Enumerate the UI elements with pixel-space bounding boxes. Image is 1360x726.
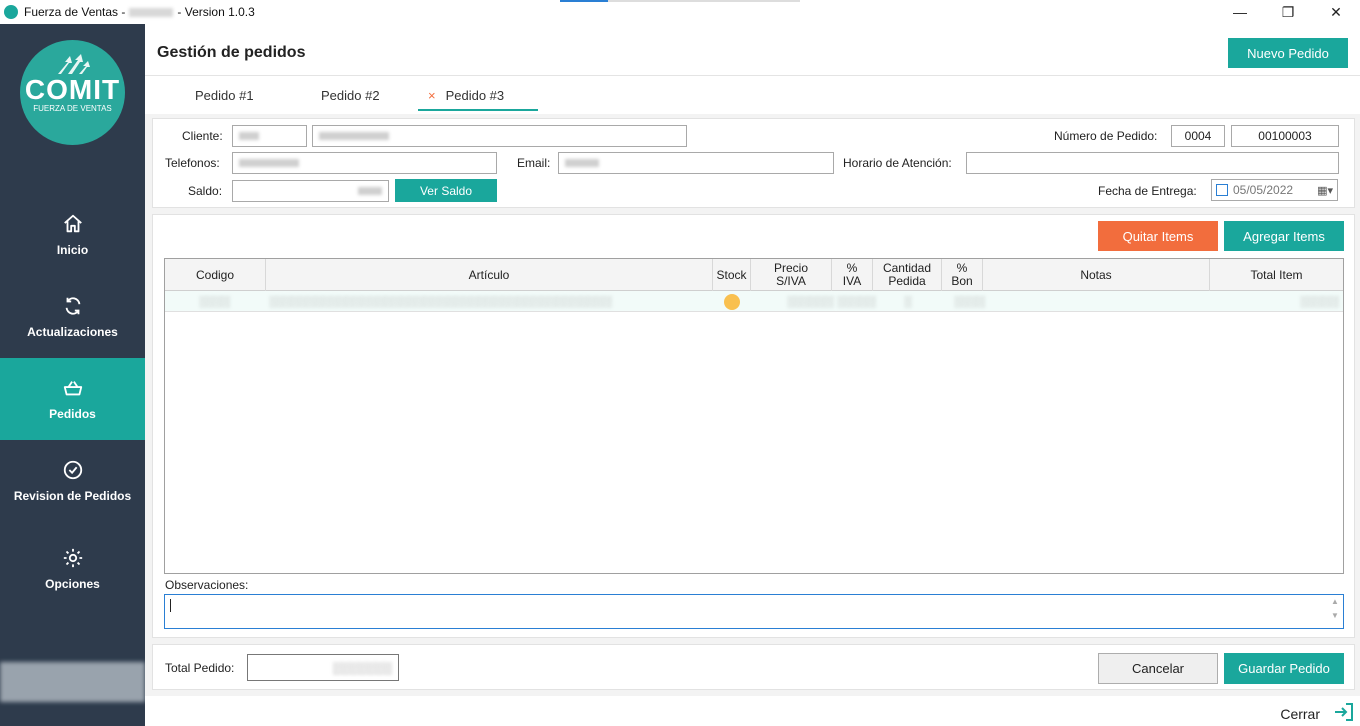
cell-codigo: ░░░░: [199, 295, 231, 308]
tab-pedido-3[interactable]: × Pedido #3: [418, 88, 538, 111]
column-header-iva[interactable]: % IVA: [832, 259, 873, 291]
saldo-input: [232, 180, 389, 202]
refresh-icon: [65, 297, 80, 315]
column-header-total[interactable]: Total Item: [1210, 259, 1343, 291]
horario-label: Horario de Atención:: [843, 156, 952, 170]
logo-subtitle: FUERZA DE VENTAS: [33, 104, 112, 113]
main-area: Gestión de pedidos Nuevo Pedido Pedido #…: [145, 24, 1360, 726]
tab-label: Pedido #3: [445, 88, 505, 103]
agregar-items-button[interactable]: Agregar Items: [1224, 221, 1344, 251]
textarea-scrollbar[interactable]: ▲ ▼: [1327, 595, 1343, 628]
tab-pedido-1[interactable]: Pedido #1: [195, 88, 254, 103]
sidebar-item-pedidos[interactable]: Pedidos: [0, 358, 145, 440]
sidebar-item-label: Opciones: [45, 577, 100, 591]
home-icon: [63, 214, 82, 233]
footer-bar: Cerrar: [145, 696, 1360, 726]
close-button[interactable]: ✕: [1312, 0, 1360, 24]
email-label: Email:: [517, 156, 551, 170]
exit-icon[interactable]: [1332, 700, 1356, 724]
column-header-precio[interactable]: Precio S/IVA: [751, 259, 832, 291]
window-title-suffix: - Version 1.0.3: [177, 5, 255, 19]
sidebar-item-revision[interactable]: Revision de Pedidos: [0, 440, 145, 522]
cliente-label: Cliente:: [182, 129, 223, 143]
sidebar-item-label: Pedidos: [49, 407, 96, 421]
tab-close-icon[interactable]: ×: [428, 88, 436, 103]
calendar-dropdown-icon[interactable]: ▦▾: [1317, 184, 1333, 197]
sidebar-item-label: Actualizaciones: [27, 325, 118, 339]
redacted-name: [129, 8, 174, 18]
page-title: Gestión de pedidos: [157, 44, 306, 61]
logo-text: COMIT: [24, 74, 121, 105]
observaciones-label: Observaciones:: [165, 578, 249, 592]
grid-header: Codigo Artículo Stock Precio S/IVA % IVA…: [165, 259, 1343, 291]
cell-articulo: ░░░░░░░░░░░░░░░░░░░░░░░░░░░░░░░░░░░░░░░░…: [269, 295, 612, 308]
horario-input[interactable]: [966, 152, 1339, 174]
telefonos-label: Telefonos:: [165, 156, 220, 170]
cell-cantidad: ░: [904, 295, 912, 308]
column-header-notas[interactable]: Notas: [983, 259, 1210, 291]
cancel-button[interactable]: Cancelar: [1098, 653, 1218, 684]
items-grid: Codigo Artículo Stock Precio S/IVA % IVA…: [164, 258, 1344, 574]
ver-saldo-button[interactable]: Ver Saldo: [395, 179, 497, 202]
numero-serie-input[interactable]: 0004: [1171, 125, 1225, 147]
numero-pedido-label: Número de Pedido:: [1054, 129, 1158, 143]
cell-bon: ░░░░: [954, 295, 986, 308]
table-row[interactable]: ░░░░ ░░░░░░░░░░░░░░░░░░░░░░░░░░░░░░░░░░░…: [165, 291, 1343, 312]
cell-iva: ░░░░░: [837, 295, 876, 308]
column-header-codigo[interactable]: Codigo: [165, 259, 266, 291]
cell-total: ░░░░░: [1300, 295, 1339, 308]
basket-icon: [63, 381, 82, 396]
totals-panel: Total Pedido: ░░░░░░░ Cancelar Guardar P…: [152, 644, 1355, 690]
app-icon: [4, 5, 18, 19]
fecha-value: 05/05/2022: [1233, 183, 1294, 197]
sidebar: COMIT FUERZA DE VENTAS Inicio Actualizac…: [0, 24, 145, 726]
sidebar-item-label: Inicio: [56, 243, 89, 257]
window-controls: — ❐ ✕: [1216, 0, 1360, 24]
total-pedido-label: Total Pedido:: [165, 661, 235, 675]
title-bar: Fuerza de Ventas - - Version 1.0.3 — ❐ ✕: [0, 0, 1360, 24]
cell-precio: ░░░░░░: [787, 295, 834, 308]
fecha-entrega-picker[interactable]: 05/05/2022 ▦▾: [1211, 179, 1338, 201]
stock-indicator-icon: [724, 293, 740, 310]
cell-stock: [724, 291, 740, 312]
order-tabs: Pedido #1 Pedido #2 × Pedido #3: [145, 76, 1360, 114]
items-panel: Quitar Items Agregar Items Codigo Artícu…: [152, 214, 1355, 638]
save-order-button[interactable]: Guardar Pedido: [1224, 653, 1344, 684]
column-header-cantidad[interactable]: Cantidad Pedida: [873, 259, 942, 291]
sidebar-item-label: Revision de Pedidos: [13, 489, 132, 503]
cliente-code-input[interactable]: [232, 125, 307, 147]
logo-arrows-icon: [58, 54, 90, 74]
telefonos-input[interactable]: [232, 152, 497, 174]
comit-logo: COMIT FUERZA DE VENTAS: [20, 40, 125, 145]
text-caret: [170, 599, 171, 612]
cerrar-link[interactable]: Cerrar: [1280, 706, 1320, 722]
tab-pedido-2[interactable]: Pedido #2: [321, 88, 380, 103]
sidebar-item-inicio[interactable]: Inicio: [0, 194, 145, 276]
numero-pedido-input[interactable]: 00100003: [1231, 125, 1339, 147]
window-title: Fuerza de Ventas - - Version 1.0.3: [24, 5, 255, 19]
loading-bar: [560, 0, 800, 2]
fecha-checkbox[interactable]: [1216, 184, 1228, 196]
maximize-button[interactable]: ❐: [1264, 0, 1312, 24]
sidebar-item-opciones[interactable]: Opciones: [0, 528, 145, 610]
observaciones-textarea[interactable]: ▲ ▼: [164, 594, 1344, 629]
email-field[interactable]: [558, 152, 834, 174]
sidebar-footer-image: [0, 662, 145, 702]
saldo-label: Saldo:: [188, 184, 223, 198]
sidebar-item-actualizaciones[interactable]: Actualizaciones: [0, 276, 145, 358]
total-pedido-value: ░░░░░░░: [247, 654, 399, 681]
minimize-button[interactable]: —: [1216, 0, 1264, 24]
column-header-articulo[interactable]: Artículo: [266, 259, 713, 291]
client-panel: Cliente: Número de Pedido: 0004 00100003…: [152, 118, 1355, 208]
gear-icon: [63, 548, 82, 568]
quitar-items-button[interactable]: Quitar Items: [1098, 221, 1218, 251]
column-header-bon[interactable]: % Bon: [942, 259, 983, 291]
fecha-entrega-label: Fecha de Entrega:: [1098, 184, 1197, 198]
cliente-name-input[interactable]: [312, 125, 687, 147]
column-header-stock[interactable]: Stock: [713, 259, 751, 291]
check-circle-icon: [63, 460, 82, 480]
header: Gestión de pedidos Nuevo Pedido: [145, 24, 1360, 76]
window-title-prefix: Fuerza de Ventas -: [24, 5, 126, 19]
new-order-button[interactable]: Nuevo Pedido: [1228, 38, 1348, 68]
